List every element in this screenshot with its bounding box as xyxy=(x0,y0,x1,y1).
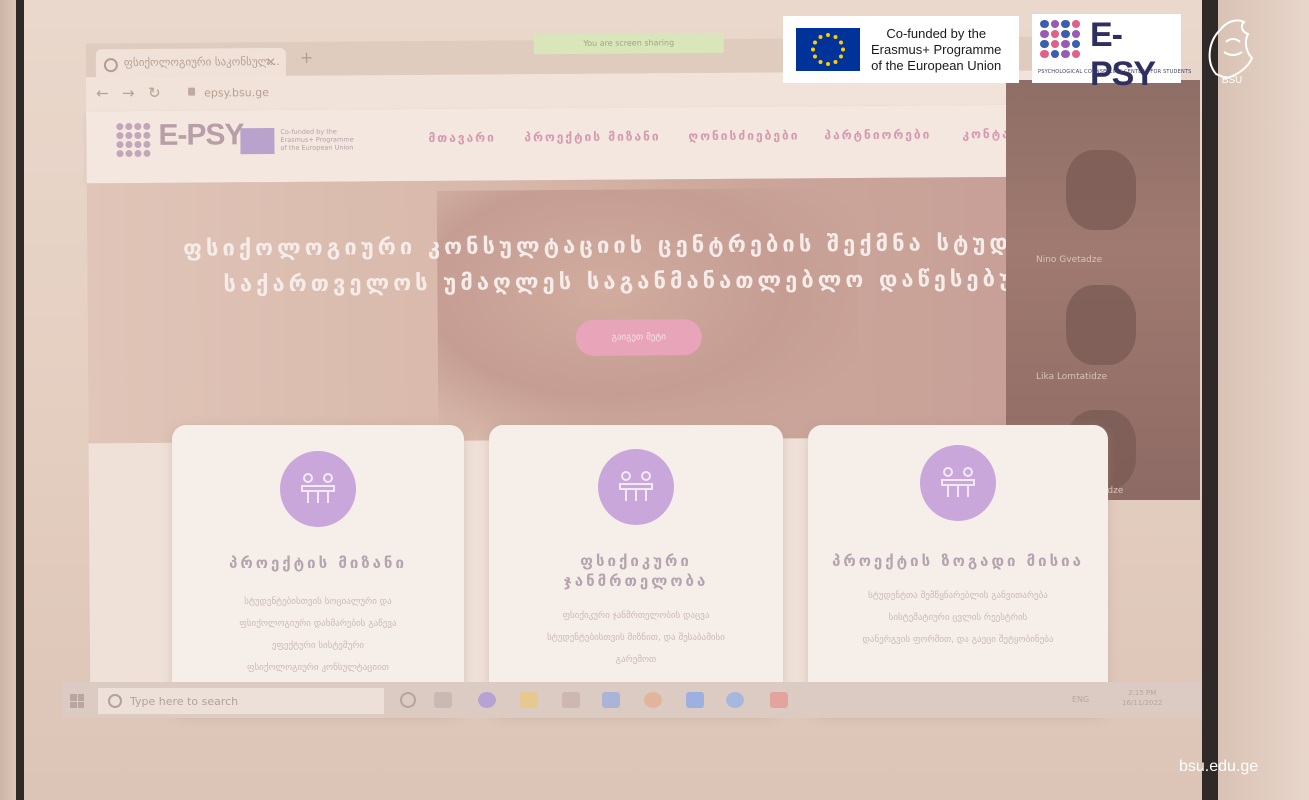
participant-video xyxy=(1066,285,1136,365)
zoom-icon[interactable] xyxy=(686,692,704,708)
watermark: bsu.edu.ge xyxy=(1179,758,1259,775)
card-general-mission: პროექტის ზოგადი მისია სტუდენტთა შემწყნარ… xyxy=(808,425,1108,715)
menu-events[interactable]: ღონისძიებები xyxy=(688,128,799,143)
reload-icon[interactable]: ↻ xyxy=(148,84,161,102)
card-body: სტუდენტთა შემწყნარებლის განვითარება სისტე… xyxy=(862,591,1054,645)
participant-video xyxy=(1066,150,1136,230)
mail-icon[interactable] xyxy=(602,692,620,708)
site-eu-text: Co-funded by the Erasmus+ Programme of t… xyxy=(280,127,354,153)
menu-home[interactable]: მთავარი xyxy=(428,130,496,144)
search-placeholder: Type here to search xyxy=(130,695,239,708)
projector-frame-right xyxy=(1202,0,1218,800)
hero-photo xyxy=(436,187,859,441)
projected-screen: ფსიქოლოგიური საკონსულ... ✕ + You are scr… xyxy=(24,0,1202,800)
eu-cofunded-text: Co-funded by the Erasmus+ Programme of t… xyxy=(871,26,1002,73)
eu-cofunded-logo: Co-funded by the Erasmus+ Programme of t… xyxy=(783,16,1019,83)
team-meeting-icon xyxy=(280,451,356,527)
menu-partners[interactable]: პარტნიორები xyxy=(824,127,931,142)
task-view-icon[interactable] xyxy=(434,692,452,708)
participant-name: Lika Lomtatidze xyxy=(1036,372,1108,382)
store-icon[interactable] xyxy=(562,692,580,708)
url-text[interactable]: epsy.bsu.ge xyxy=(204,86,269,99)
card-body: სტუდენტებისთვის სოციალური და ფსიქოლოგიური… xyxy=(239,597,397,673)
new-tab-icon[interactable]: + xyxy=(300,48,314,67)
participant-name: Nino Gvetadze xyxy=(1036,255,1103,265)
epsy-subtitle: PSYCHOLOGICAL COUNSELLING CENTERS FOR ST… xyxy=(1038,69,1192,75)
card-title: ფსიქიკური ჯანმრთელობა xyxy=(563,552,709,590)
back-icon[interactable]: ← xyxy=(96,84,109,102)
screen-share-bar: You are screen sharing xyxy=(533,32,724,55)
epsy-dots-icon xyxy=(1040,20,1080,58)
hero-banner: ფსიქოლოგიური კონსულტაციის ცენტრების შექმ… xyxy=(86,176,1097,444)
eu-flag-icon xyxy=(240,128,275,155)
menu-project-goal[interactable]: პროექტის მიზანი xyxy=(524,129,660,144)
taskbar-clock[interactable]: 2:15 PM 16/11/2022 xyxy=(1122,688,1162,708)
powerpoint-icon[interactable] xyxy=(770,692,788,708)
taskbar-search[interactable]: Type here to search xyxy=(98,688,384,714)
edge-icon[interactable] xyxy=(478,692,496,708)
favicon-icon xyxy=(103,58,118,73)
bsu-emblem-icon: BSU xyxy=(1196,12,1268,86)
tray-language[interactable]: ENG xyxy=(1072,695,1089,704)
lock-icon xyxy=(188,87,196,96)
forward-icon[interactable]: → xyxy=(122,84,135,102)
learn-more-button[interactable]: გაიგეთ მეტი xyxy=(575,319,702,356)
projector-frame-left xyxy=(16,0,24,800)
epsy-name: E-PSY xyxy=(1090,16,1156,93)
card-project-goal: პროექტის მიზანი სტუდენტებისთვის სოციალურ… xyxy=(172,425,464,715)
bsu-label: BSU xyxy=(1222,75,1243,86)
card-body: ფსიქიკური ჯანმრთელობის დაცვა სტუდენტებისთ… xyxy=(547,611,725,665)
card-mental-health: ფსიქიკური ჯანმრთელობა ფსიქიკური ჯანმრთელო… xyxy=(489,425,783,715)
epsy-logo-icon xyxy=(116,122,151,158)
site-header: E-PSY Co-funded by the Erasmus+ Programm… xyxy=(86,104,1047,184)
windows-taskbar: Type here to search ENG 2:15 PM 16/11/202… xyxy=(62,682,1202,718)
cortana-icon[interactable] xyxy=(400,692,416,708)
app-icon[interactable] xyxy=(726,692,744,708)
team-meeting-icon xyxy=(598,449,674,525)
hero-title-line1: ფსიქოლოგიური კონსულტაციის ცენტრების შექმ… xyxy=(183,230,1097,262)
eu-flag-icon xyxy=(796,28,860,71)
search-icon xyxy=(108,694,122,708)
card-title: პროექტის მიზანი xyxy=(229,554,407,572)
team-meeting-icon xyxy=(920,445,996,521)
wall-right xyxy=(1218,0,1309,800)
card-title: პროექტის ზოგადი მისია xyxy=(832,552,1084,570)
site-logo-text[interactable]: E-PSY xyxy=(158,118,243,153)
hero-title-line2: საქართველოს უმაღლეს საგანმანათლებლო დაწე… xyxy=(223,266,1077,298)
windows-start-icon[interactable] xyxy=(70,694,84,708)
chrome-icon[interactable] xyxy=(644,692,662,708)
close-icon[interactable]: ✕ xyxy=(266,48,276,76)
file-explorer-icon[interactable] xyxy=(520,692,538,708)
browser-tab[interactable]: ფსიქოლოგიური საკონსულ... ✕ xyxy=(95,47,286,78)
tab-title: ფსიქოლოგიური საკონსულ... xyxy=(123,55,280,70)
epsy-logo: E-PSY PSYCHOLOGICAL COUNSELLING CENTERS … xyxy=(1032,14,1191,93)
